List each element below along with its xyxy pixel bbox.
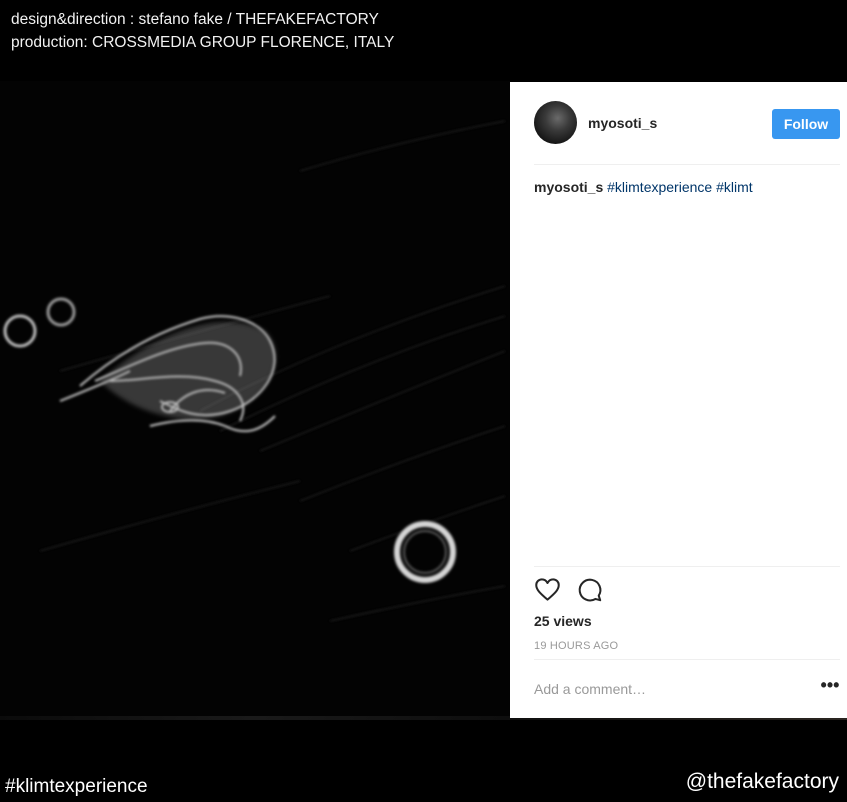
overlay-handle: @thefakefactory (685, 770, 839, 793)
header-divider (534, 164, 840, 165)
credit-direction: design&direction : stefano fake / THEFAK… (11, 11, 379, 28)
post-details-panel: myosoti_s Follow myosoti_s #klimtexperie… (510, 82, 847, 718)
views-count: 25 views (534, 613, 592, 629)
post-username[interactable]: myosoti_s (588, 115, 657, 131)
overlay-hashtag: #klimtexperience (5, 776, 148, 797)
artwork-image (0, 81, 510, 718)
post-timestamp: 19 HOURS AGO (534, 640, 619, 652)
avatar[interactable] (534, 101, 577, 144)
caption-username[interactable]: myosoti_s (534, 179, 603, 195)
post-header: myosoti_s Follow (510, 82, 847, 164)
post-caption: myosoti_s #klimtexperience #klimt (534, 179, 834, 195)
heart-icon[interactable] (534, 576, 561, 603)
comment-input[interactable] (534, 678, 784, 700)
comment-bubble-icon[interactable] (576, 576, 603, 603)
credits-overlay: design&direction : stefano fake / THEFAK… (11, 8, 394, 54)
credit-production: production: CROSSMEDIA GROUP FLORENCE, I… (11, 34, 395, 51)
hashtag-link[interactable]: #klimtexperience (607, 179, 712, 195)
actions-divider (534, 566, 840, 567)
hashtag-link[interactable]: #klimt (716, 179, 753, 195)
comment-divider (534, 659, 840, 660)
more-options-icon[interactable]: ••• (819, 676, 841, 698)
follow-button[interactable]: Follow (772, 109, 840, 139)
post-media[interactable] (0, 81, 510, 718)
